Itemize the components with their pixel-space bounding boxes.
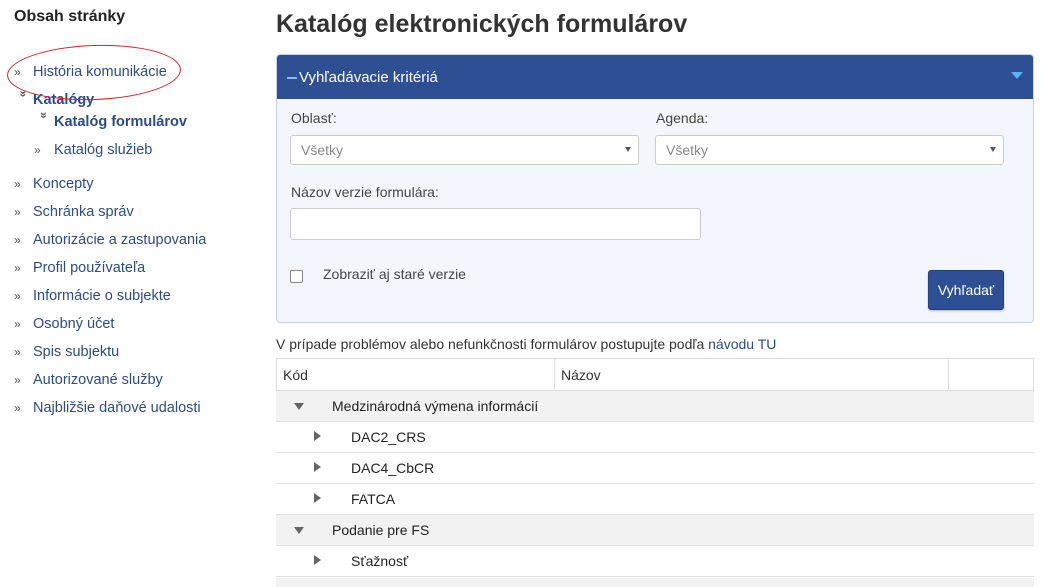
sidebar-item-autorizovane-sluzby[interactable]: » Autorizované služby (14, 370, 163, 390)
sidebar-item-label: Katalógy (33, 92, 95, 108)
sidebar-item-label: Najbližšie daňové udalosti (33, 400, 201, 416)
table-row-group[interactable]: Medzinárodná výmena informácií (276, 391, 1034, 422)
row-label: Sťažnosť (351, 553, 409, 569)
sidebar-item-label: Osobný účet (33, 316, 115, 332)
sidebar: Obsah stránky » História komunikácie » K… (0, 0, 260, 587)
table-row-group[interactable]: Podanie pre FS (276, 515, 1034, 546)
chevron-right-icon: » (14, 317, 21, 331)
sidebar-item-koncepty[interactable]: » Koncepty (14, 174, 93, 194)
chevron-right-icon: » (14, 65, 21, 79)
table-row[interactable]: FATCA (276, 484, 1034, 515)
page: Obsah stránky » História komunikácie » K… (0, 0, 1061, 587)
table-row[interactable]: DAC4_CbCR (276, 453, 1034, 484)
info-text-body: V prípade problémov alebo nefunkčnosti f… (276, 336, 709, 352)
row-label: DAC4_CbCR (351, 460, 435, 476)
column-header-nazov[interactable]: Názov (555, 359, 948, 390)
sidebar-item-katalogy[interactable]: » Katalógy (14, 90, 95, 110)
chevron-right-icon: » (14, 401, 21, 415)
old-versions-label: Zobraziť aj staré verzie (323, 266, 466, 282)
sidebar-item-label: Autorizované služby (33, 372, 163, 388)
agenda-select-value: Všetky (666, 142, 709, 158)
chevron-right-icon: » (14, 177, 21, 191)
sidebar-item-label: Informácie o subjekte (33, 288, 171, 304)
sidebar-item-historia-komunikacie[interactable]: » História komunikácie (14, 62, 167, 82)
sidebar-item-label: Autorizácie a zastupovania (33, 232, 207, 248)
page-title: Katalóg elektronických formulárov (276, 10, 688, 38)
sidebar-item-profil-pouzivatela[interactable]: » Profil používateľa (14, 258, 145, 278)
sidebar-title: Obsah stránky (14, 8, 126, 25)
table-row-partial (276, 578, 1034, 587)
sidebar-item-label: Schránka správ (33, 204, 134, 220)
row-label: Medzinárodná výmena informácií (332, 398, 539, 414)
sidebar-item-katalog-formularov[interactable]: » Katalóg formulárov (34, 112, 187, 132)
caret-down-icon[interactable] (1011, 72, 1023, 79)
row-label: FATCA (351, 491, 396, 507)
expand-right-icon[interactable] (314, 493, 321, 503)
oblast-select[interactable]: Všetky (290, 135, 639, 165)
nazov-verzie-input[interactable] (290, 208, 701, 240)
sidebar-item-danove-udalosti[interactable]: » Najbližšie daňové udalosti (14, 398, 201, 418)
oblast-select-value: Všetky (301, 142, 344, 158)
search-criteria-panel: Vyhľadávacie kritériá Oblasť: Všetky Age… (276, 54, 1034, 323)
sidebar-item-label: História komunikácie (33, 64, 167, 80)
chevron-right-icon: » (14, 261, 21, 275)
oblast-label: Oblasť: (291, 110, 337, 126)
chevron-right-icon: » (14, 345, 21, 359)
table-row[interactable]: DAC2_CRS (276, 422, 1034, 453)
collapse-minus-icon (287, 77, 297, 79)
sidebar-item-label: Koncepty (33, 176, 94, 192)
row-label: Podanie pre FS (332, 522, 430, 538)
column-divider (948, 359, 949, 390)
chevron-right-icon: » (34, 143, 41, 157)
table-row[interactable]: Sťažnosť (276, 546, 1034, 577)
info-link[interactable]: návodu TU (708, 336, 776, 352)
expand-right-icon[interactable] (314, 462, 321, 472)
sidebar-item-spis-subjektu[interactable]: » Spis subjektu (14, 342, 119, 362)
chevron-right-icon: » (14, 205, 21, 219)
select-arrow-icon (625, 147, 631, 152)
search-button[interactable]: Vyhľadať (928, 270, 1004, 310)
sidebar-item-schranka-sprav[interactable]: » Schránka správ (14, 202, 134, 222)
sidebar-item-autorizacie[interactable]: » Autorizácie a zastupovania (14, 230, 206, 250)
search-criteria-header[interactable]: Vyhľadávacie kritériá (277, 55, 1033, 99)
chevron-right-icon: » (14, 233, 21, 247)
expand-down-icon[interactable] (294, 527, 304, 534)
sidebar-item-informacie-o-subjekte[interactable]: » Informácie o subjekte (14, 286, 171, 306)
sidebar-item-label: Profil používateľa (33, 260, 146, 276)
sidebar-item-katalog-sluzieb[interactable]: » Katalóg služieb (34, 140, 152, 160)
column-header-kod[interactable]: Kód (277, 359, 554, 390)
chevron-down-icon: » (16, 90, 31, 98)
select-arrow-icon (990, 147, 996, 152)
sidebar-item-label: Spis subjektu (33, 344, 120, 360)
expand-right-icon[interactable] (314, 431, 321, 441)
chevron-right-icon: » (14, 373, 21, 387)
chevron-down-icon: » (37, 112, 51, 119)
sidebar-item-osobny-ucet[interactable]: » Osobný účet (14, 314, 114, 334)
sidebar-item-label: Katalóg služieb (54, 142, 153, 158)
expand-right-icon[interactable] (314, 555, 321, 565)
sidebar-item-label: Katalóg formulárov (54, 114, 187, 130)
info-text: V prípade problémov alebo nefunkčnosti f… (276, 336, 776, 352)
search-criteria-title: Vyhľadávacie kritériá (299, 68, 438, 86)
expand-down-icon[interactable] (294, 403, 304, 410)
agenda-label: Agenda: (656, 110, 709, 126)
table-header: Kód Názov (276, 358, 1034, 391)
chevron-right-icon: » (14, 289, 21, 303)
old-versions-checkbox[interactable] (290, 270, 303, 283)
row-label: DAC2_CRS (351, 429, 426, 445)
agenda-select[interactable]: Všetky (655, 135, 1004, 165)
nazov-verzie-label: Názov verzie formulára: (291, 184, 439, 200)
